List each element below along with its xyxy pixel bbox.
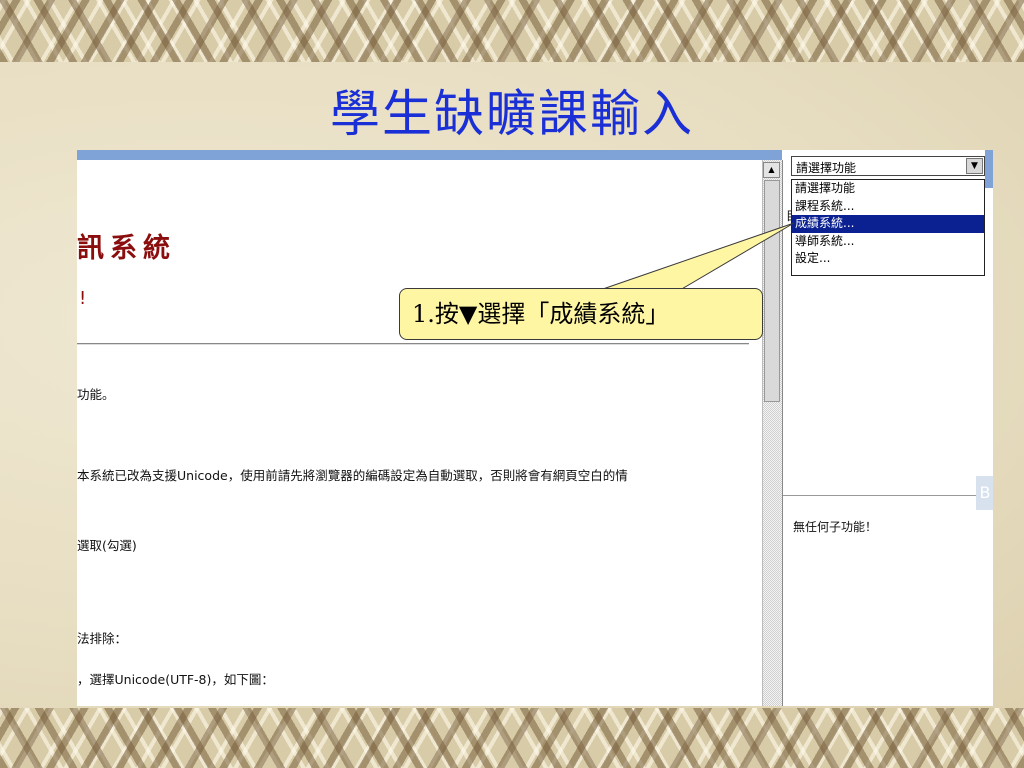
dropdown-option-selected[interactable]: 成績系統... — [792, 215, 984, 233]
main-content-pane: 訊系統 ! 功能。 本系統已改為支援Unicode，使用前請先將瀏覽器的編碼設定… — [77, 160, 761, 706]
slide-title: 學生缺曠課輸入 — [330, 85, 694, 143]
content-line: 本系統已改為支援Unicode，使用前請先將瀏覽器的編碼設定為自動選取，否則將會… — [77, 468, 628, 483]
arrow-up-icon[interactable]: ▲ — [763, 162, 780, 178]
dropdown-option[interactable]: 設定... — [792, 250, 984, 268]
instruction-callout: 1.按▼選擇「成績系統」 — [399, 288, 763, 340]
function-dropdown-list[interactable]: 請選擇功能 課程系統... 成績系統... 導師系統... 設定... — [791, 179, 985, 276]
dropdown-option[interactable]: 請選擇功能 — [792, 180, 984, 198]
frame-header-bar — [77, 150, 782, 160]
content-line: ，選擇Unicode(UTF-8)，如下圖： — [77, 672, 274, 687]
dropdown-option[interactable]: 課程系統... — [792, 198, 984, 216]
dropdown-option[interactable]: 導師系統... — [792, 233, 984, 251]
system-subtitle: ! — [79, 288, 87, 309]
pane-divider — [783, 495, 993, 496]
frame-header-edge — [985, 150, 993, 188]
content-line: 選取(勾選) — [77, 538, 137, 553]
vertical-scrollbar[interactable]: ▲ — [762, 160, 782, 706]
edge-icon: B — [976, 476, 993, 510]
scrollbar-thumb[interactable] — [764, 180, 780, 402]
content-line: 功能。 — [77, 387, 115, 402]
browser-screenshot: 訊系統 ! 功能。 本系統已改為支援Unicode，使用前請先將瀏覽器的編碼設定… — [77, 150, 993, 706]
system-title: 訊系統 — [77, 233, 176, 264]
function-select[interactable]: 請選擇功能 ▼ — [791, 156, 985, 176]
content-line: 法排除： — [77, 631, 128, 646]
decorative-border-top — [0, 0, 1024, 62]
chevron-down-icon[interactable]: ▼ — [966, 158, 983, 174]
select-value: 請選擇功能 — [796, 161, 857, 175]
decorative-border-bottom — [0, 708, 1024, 768]
divider — [77, 343, 749, 345]
no-function-message: 無任何子功能！ — [793, 520, 878, 534]
